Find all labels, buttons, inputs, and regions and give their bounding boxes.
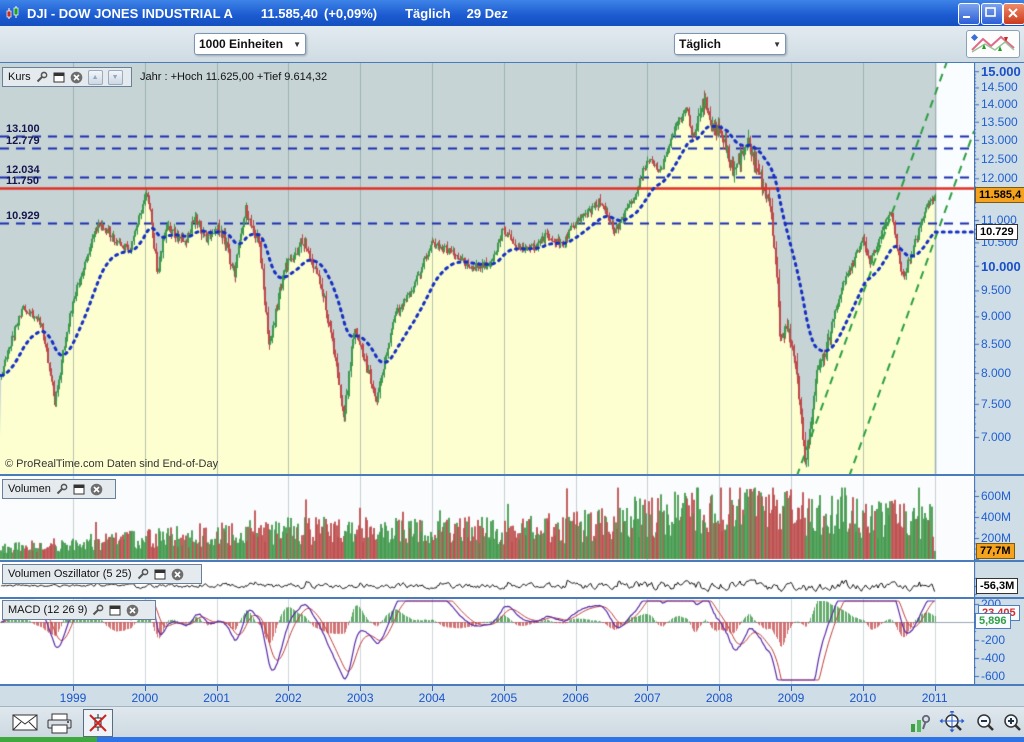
year-label: 2001 xyxy=(200,691,234,705)
period-dropdown-value: Täglich xyxy=(679,37,721,51)
taskbar-strip xyxy=(0,737,1024,742)
year-label: 2010 xyxy=(846,691,880,705)
wrench-icon[interactable] xyxy=(36,71,48,83)
chart-settings-icon[interactable] xyxy=(910,713,932,733)
volume-panel-label: Volumen xyxy=(8,483,51,495)
units-dropdown-value: 1000 Einheiten xyxy=(199,37,283,51)
volume-chart-canvas[interactable] xyxy=(0,476,974,560)
year-tick xyxy=(360,686,361,691)
year-label: 2005 xyxy=(487,691,521,705)
window-icon[interactable] xyxy=(154,569,166,580)
oscillator-panel-header: Volumen Oszillator (5 25) xyxy=(2,564,202,584)
panel-separator xyxy=(0,474,1024,476)
volume-badge: 77,7M xyxy=(976,543,1015,559)
year-label: 2011 xyxy=(918,691,952,705)
wrench-icon[interactable] xyxy=(56,483,68,495)
price-panel-label: Kurs xyxy=(8,71,31,83)
macd-panel-label: MACD (12 26 9) xyxy=(8,604,87,616)
window-price: 11.585,40 xyxy=(261,6,318,21)
chevron-down-icon: ▼ xyxy=(773,40,781,49)
minimize-button[interactable] xyxy=(958,3,980,25)
year-label: 2000 xyxy=(128,691,162,705)
year-label: 2003 xyxy=(343,691,377,705)
window-icon[interactable] xyxy=(73,484,85,495)
zoom-fit-icon[interactable] xyxy=(938,711,968,735)
zoom-in-icon[interactable] xyxy=(1001,712,1024,734)
hide-quotes-icon[interactable] xyxy=(83,709,113,737)
title-bar: DJI - DOW JONES INDUSTRIAL A 11.585,40 (… xyxy=(0,0,1024,26)
year-label: 2009 xyxy=(774,691,808,705)
year-tick xyxy=(73,686,74,691)
copyright-text: © ProRealTime.com Daten sind End-of-Day xyxy=(5,458,218,470)
year-tick xyxy=(791,686,792,691)
window-change: (+0,09%) xyxy=(324,6,377,21)
close-icon[interactable] xyxy=(171,568,184,581)
ma-value-badge: 10.729 xyxy=(976,224,1018,240)
chart-style-button[interactable] xyxy=(966,30,1020,58)
wrench-icon[interactable] xyxy=(137,568,149,580)
zoom-out-icon[interactable] xyxy=(974,712,998,734)
year-label: 1999 xyxy=(56,691,90,705)
window-period: Täglich xyxy=(405,6,451,21)
price-chart-canvas[interactable] xyxy=(0,63,974,474)
year-tick xyxy=(504,686,505,691)
close-icon[interactable] xyxy=(90,483,103,496)
year-label: 2008 xyxy=(702,691,736,705)
year-tick xyxy=(145,686,146,691)
year-tick xyxy=(576,686,577,691)
candlestick-icon xyxy=(5,5,21,21)
year-tick xyxy=(288,686,289,691)
current-price-badge: 11.585,4 xyxy=(975,187,1024,203)
chevron-down-icon: ▼ xyxy=(293,40,301,49)
mail-icon[interactable] xyxy=(12,714,38,731)
macd-value-badge: 5,896 xyxy=(975,613,1011,629)
bottom-toolbar: ◀ ▶ xyxy=(0,706,1024,738)
taskbar-start-fragment xyxy=(0,737,97,742)
move-down-icon[interactable]: ▼ xyxy=(108,70,123,85)
close-button[interactable] xyxy=(1003,3,1024,25)
panel-separator xyxy=(0,560,1024,562)
year-tick xyxy=(432,686,433,691)
macd-panel-header: MACD (12 26 9) xyxy=(2,600,156,620)
volume-panel-header: Volumen xyxy=(2,479,116,499)
year-tick xyxy=(935,686,936,691)
price-panel-header: Kurs ▲ ▼ xyxy=(2,67,132,87)
units-dropdown[interactable]: 1000 Einheiten ▼ xyxy=(194,33,306,55)
year-tick xyxy=(719,686,720,691)
panel-separator xyxy=(0,597,1024,599)
year-high-low-info: Jahr : +Hoch 11.625,00 +Tief 9.614,32 xyxy=(140,71,327,83)
period-dropdown[interactable]: Täglich ▼ xyxy=(674,33,786,55)
panel-separator xyxy=(0,62,1024,63)
time-axis: 1999 2000 2001 2002 2003 2004 2005 2006 2007 2008… xyxy=(0,686,1024,706)
maximize-button[interactable] xyxy=(981,3,1003,25)
year-label: 2006 xyxy=(559,691,593,705)
panel-separator xyxy=(0,684,1024,686)
year-tick xyxy=(863,686,864,691)
chart-toolbar: 1000 Einheiten ▼ Täglich ▼ xyxy=(0,26,1024,63)
window-title: DJI - DOW JONES INDUSTRIAL A xyxy=(27,6,233,21)
mini-chart-icon xyxy=(970,33,1016,55)
window-date: 29 Dez xyxy=(467,6,508,21)
year-label: 2007 xyxy=(630,691,664,705)
close-icon[interactable] xyxy=(126,604,139,617)
move-up-icon[interactable]: ▲ xyxy=(88,70,103,85)
application-window: DJI - DOW JONES INDUSTRIAL A 11.585,40 (… xyxy=(0,0,1024,742)
window-icon[interactable] xyxy=(109,605,121,616)
print-icon[interactable] xyxy=(46,712,73,734)
year-tick xyxy=(647,686,648,691)
close-icon[interactable] xyxy=(70,71,83,84)
window-icon[interactable] xyxy=(53,72,65,83)
year-tick xyxy=(217,686,218,691)
year-label: 2004 xyxy=(415,691,449,705)
oscillator-panel-label: Volumen Oszillator (5 25) xyxy=(8,568,132,580)
wrench-icon[interactable] xyxy=(92,604,104,616)
year-label: 2002 xyxy=(271,691,305,705)
oscillator-badge: -56,3M xyxy=(976,578,1018,594)
